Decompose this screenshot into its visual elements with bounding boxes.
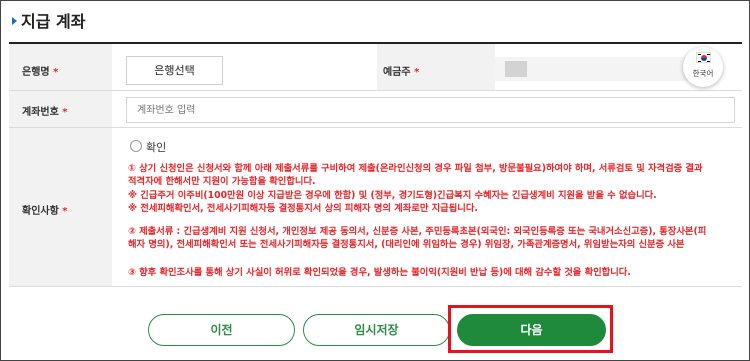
language-label: 한국어 <box>692 69 714 78</box>
notice-line: 해자 명의), 전세피해확인서 또는 전세사기피해자등 결정통지서, (대리인에… <box>128 239 685 250</box>
korea-flag-icon <box>696 52 711 63</box>
required-mark: * <box>62 206 68 217</box>
notice-line: ※ 전세피해확인서, 전세사기피해자등 결정통지서 상의 피해자 명의 계좌로만… <box>128 203 478 214</box>
notice-line: ② 제출서류 : 긴급생계비 지원 신청서, 개인정보 제공 동의서, 신분증 … <box>128 226 707 237</box>
temp-save-button[interactable]: 임시저장 <box>303 314 450 346</box>
holder-label-cell: 예금주 * <box>377 44 495 90</box>
account-number-input[interactable] <box>126 97 735 123</box>
confirm-radio[interactable] <box>130 140 142 152</box>
bank-select-button[interactable]: 은행선택 <box>126 56 223 85</box>
confirm-row: 확인사항 * 확인 ① 상기 신청인은 신청서와 함께 아래 제출서류를 구비하… <box>9 128 742 287</box>
holder-label: 예금주 * <box>383 67 420 78</box>
masked-name <box>505 61 527 77</box>
bank-row: 은행명 * 은행선택 예금주 * <box>9 44 742 91</box>
application-frame: 지급 계좌 은행명 * 은행선택 예금주 * 계좌번호 * 확인사항 * <box>0 0 750 361</box>
prev-button[interactable]: 이전 <box>148 314 295 346</box>
notice-line: ※ 긴급주거 이주비(100만원 이상 지급받은 경우에 한함) 및 (정부, … <box>128 190 657 201</box>
language-switch[interactable]: 한국어 <box>683 47 723 87</box>
confirm-label: 확인사항 * <box>22 206 68 217</box>
notice-line: 적격자에 한해서만 지원이 가능함을 확인합니다. <box>128 176 316 187</box>
notice-line: ③ 향후 확인조사를 통해 상기 사실이 허위로 확인되었을 경우, 발생하는 … <box>128 267 631 278</box>
confirm-check-label[interactable]: 확인 <box>146 139 166 155</box>
notice-line: ① 상기 신청인은 신청서와 함께 아래 제출서류를 구비하여 제출(온라인신청… <box>128 163 703 174</box>
account-label-cell: 계좌번호 * <box>9 91 112 127</box>
next-button-highlight <box>448 305 613 353</box>
required-mark: * <box>414 67 420 78</box>
required-mark: * <box>53 67 59 78</box>
holder-name-field <box>495 57 688 81</box>
account-form: 은행명 * 은행선택 예금주 * 계좌번호 * 확인사항 * 확인 <box>9 42 742 287</box>
bank-label-cell: 은행명 * <box>9 44 112 90</box>
account-row: 계좌번호 * <box>9 91 742 128</box>
bank-label: 은행명 * <box>22 67 59 78</box>
title-marker-icon <box>12 17 17 25</box>
section-title: 지급 계좌 <box>21 12 86 31</box>
section-header: 지급 계좌 <box>2 2 749 42</box>
confirm-label-cell: 확인사항 * <box>9 128 112 286</box>
account-label: 계좌번호 * <box>22 107 68 118</box>
required-mark: * <box>62 107 68 118</box>
